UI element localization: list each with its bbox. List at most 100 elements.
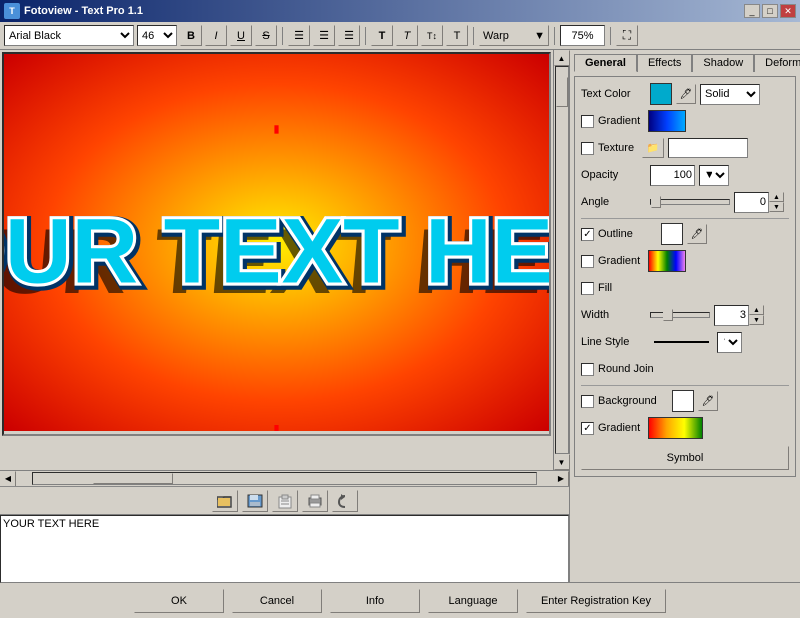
outline-checkbox[interactable] <box>581 228 594 241</box>
outline-gradient-checkbox[interactable] <box>581 255 594 268</box>
fill-checkbox[interactable] <box>581 282 594 295</box>
line-style-label: Line Style <box>581 336 646 348</box>
tab-content: Text Color 🖊 Solid Gradient Gradient Tex… <box>574 76 796 477</box>
hscroll-track[interactable] <box>32 472 537 485</box>
warp-dropdown[interactable]: Warp ▼ <box>479 25 549 46</box>
outline-gradient-swatch[interactable] <box>648 250 686 272</box>
angle-spin-up[interactable]: ▲ <box>769 192 784 202</box>
print-button[interactable] <box>302 490 328 512</box>
titlebar-controls[interactable]: _ □ ✕ <box>744 4 796 18</box>
save-button[interactable] <box>242 490 268 512</box>
texture-path-input[interactable] <box>668 138 748 158</box>
background-checkbox[interactable] <box>581 395 594 408</box>
text-style-button3[interactable]: T↕ <box>421 25 443 46</box>
width-spin-down[interactable]: ▼ <box>749 315 764 325</box>
italic-button[interactable]: I <box>205 25 227 46</box>
fullscreen-button[interactable]: ⛶ <box>616 25 638 46</box>
align-right-button[interactable]: ☰ <box>338 25 360 46</box>
vscroll-down[interactable]: ▼ <box>554 454 570 470</box>
register-button[interactable]: Enter Registration Key <box>526 589 666 613</box>
canvas-container[interactable]: YOUR TEXT HERE YOUR TEXT HERE YOUR TEXT … <box>2 52 551 436</box>
text-color-swatch[interactable] <box>650 83 672 105</box>
gradient1-swatch[interactable] <box>648 110 686 132</box>
text-color-eyedropper[interactable]: 🖊 <box>676 84 696 104</box>
outline-color-swatch[interactable] <box>661 223 683 245</box>
language-button[interactable]: Language <box>428 589 518 613</box>
tab-deform[interactable]: Deform <box>754 54 800 72</box>
gradient3-swatch[interactable] <box>648 417 703 439</box>
color-mode-select[interactable]: Solid Gradient <box>700 84 760 105</box>
opacity-input[interactable] <box>650 165 695 186</box>
line-style-preview <box>654 341 709 343</box>
bold-button[interactable]: B <box>180 25 202 46</box>
hscroll-left[interactable]: ◀ <box>0 471 16 487</box>
tab-shadow[interactable]: Shadow <box>692 54 754 72</box>
angle-slider[interactable] <box>650 199 730 205</box>
font-select[interactable]: Arial Black <box>4 25 134 46</box>
background-label: Background <box>598 395 668 407</box>
angle-thumb[interactable] <box>651 196 661 208</box>
separator1 <box>282 27 283 45</box>
symbol-button[interactable]: Symbol <box>581 446 789 470</box>
gradient3-row: Gradient <box>581 417 789 439</box>
align-left-button[interactable]: ☰ <box>288 25 310 46</box>
open-button[interactable] <box>212 490 238 512</box>
text-style-button4[interactable]: T <box>446 25 468 46</box>
tab-effects[interactable]: Effects <box>637 54 692 72</box>
app-title: Fotoview - Text Pro 1.1 <box>24 5 143 17</box>
texture-folder-btn[interactable]: 📁 <box>642 138 664 158</box>
size-select[interactable]: 46 <box>137 25 177 46</box>
tab-general[interactable]: General <box>574 54 637 72</box>
vscroll-track[interactable] <box>555 66 569 454</box>
vscroll-up[interactable]: ▲ <box>554 50 570 66</box>
angle-input-group: ▲ ▼ <box>734 192 784 213</box>
info-button[interactable]: Info <box>330 589 420 613</box>
line-style-select[interactable]: ▼ <box>717 332 742 353</box>
maximize-button[interactable]: □ <box>762 4 778 18</box>
underline-button[interactable]: U <box>230 25 252 46</box>
bottom-toolbar <box>0 486 569 514</box>
gradient1-label: Gradient <box>598 115 640 127</box>
minimize-button[interactable]: _ <box>744 4 760 18</box>
hscroll-right[interactable]: ▶ <box>553 471 569 487</box>
angle-spin-down[interactable]: ▼ <box>769 202 784 212</box>
align-center-button[interactable]: ☰ <box>313 25 335 46</box>
close-button[interactable]: ✕ <box>780 4 796 18</box>
outline-eyedropper[interactable]: 🖊 <box>687 224 707 244</box>
opacity-unit-select[interactable]: ▼ <box>699 165 729 186</box>
undo-button[interactable] <box>332 490 358 512</box>
width-spin-up[interactable]: ▲ <box>749 305 764 315</box>
angle-input[interactable] <box>734 192 769 213</box>
gradient3-checkbox[interactable] <box>581 422 594 435</box>
canvas-main: YOUR TEXT HERE YOUR TEXT HERE YOUR TEXT … <box>0 50 553 470</box>
canvas-text: YOUR TEXT HERE <box>4 199 549 302</box>
width-input[interactable] <box>714 305 749 326</box>
top-handle[interactable] <box>274 125 278 133</box>
text-input[interactable]: YOUR TEXT HERE <box>0 515 569 583</box>
toolbar: Arial Black 46 B I U S ☰ ☰ ☰ T T T↕ T Wa… <box>0 22 800 50</box>
ok-button[interactable]: OK <box>134 589 224 613</box>
background-eyedropper[interactable]: 🖊 <box>698 391 718 411</box>
outline-row: Outline 🖊 <box>581 223 789 245</box>
width-slider[interactable] <box>650 312 710 318</box>
width-thumb[interactable] <box>663 309 673 321</box>
round-join-checkbox[interactable] <box>581 363 594 376</box>
text-style-button2[interactable]: T <box>396 25 418 46</box>
clipboard-button[interactable] <box>272 490 298 512</box>
divider2 <box>581 385 789 386</box>
text-area-container: YOUR TEXT HERE <box>0 514 569 582</box>
texture-checkbox[interactable] <box>581 142 594 155</box>
zoom-input[interactable] <box>560 25 605 46</box>
background-color-swatch[interactable] <box>672 390 694 412</box>
cancel-button[interactable]: Cancel <box>232 589 322 613</box>
vscroll-thumb[interactable] <box>556 77 568 107</box>
bottom-handle[interactable] <box>274 425 278 431</box>
strikethrough-button[interactable]: S <box>255 25 277 46</box>
separator4 <box>554 27 555 45</box>
text-style-button1[interactable]: T <box>371 25 393 46</box>
bg-svg: YOUR TEXT HERE YOUR TEXT HERE YOUR TEXT … <box>4 54 549 431</box>
titlebar: T Fotoview - Text Pro 1.1 _ □ ✕ <box>0 0 800 22</box>
gradient1-checkbox[interactable] <box>581 115 594 128</box>
hscroll-thumb[interactable] <box>93 473 173 484</box>
angle-label: Angle <box>581 196 646 208</box>
